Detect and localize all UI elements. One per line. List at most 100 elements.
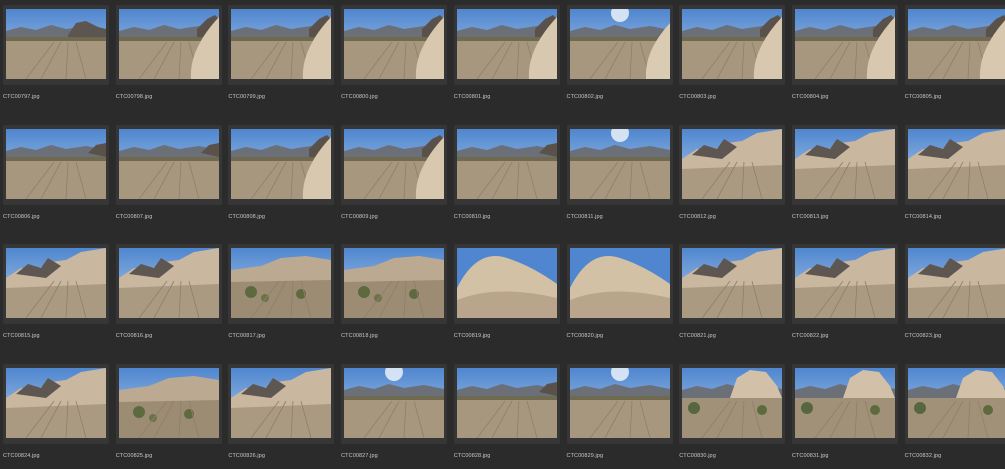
thumbnail-item[interactable]: CTC00811.jpg [566, 124, 679, 244]
thumbnail-frame[interactable] [791, 244, 898, 324]
photo-thumbnail[interactable] [6, 367, 106, 438]
photo-thumbnail[interactable] [794, 248, 895, 318]
thumbnail-frame[interactable] [115, 5, 222, 85]
thumbnail-frame[interactable] [679, 5, 786, 85]
thumbnail-item[interactable]: CTC00803.jpg [679, 5, 791, 124]
photo-thumbnail[interactable] [456, 128, 557, 199]
photo-thumbnail[interactable] [344, 367, 445, 438]
photo-thumbnail[interactable] [6, 248, 106, 318]
thumbnail-frame[interactable] [904, 124, 1005, 205]
photo-thumbnail[interactable] [456, 367, 557, 438]
photo-thumbnail[interactable] [794, 367, 895, 438]
photo-thumbnail[interactable] [231, 9, 332, 79]
thumbnail-item[interactable]: CTC00798.jpg [115, 5, 228, 124]
thumbnail-frame[interactable] [566, 244, 673, 324]
photo-thumbnail[interactable] [231, 128, 332, 199]
thumbnail-frame[interactable] [453, 363, 560, 444]
thumbnail-frame[interactable] [453, 5, 560, 85]
thumbnail-frame[interactable] [453, 124, 560, 205]
thumbnail-frame[interactable] [566, 5, 673, 85]
thumbnail-item[interactable]: CTC00831.jpg [791, 363, 904, 469]
thumbnail-item[interactable]: CTC00805.jpg [904, 5, 1005, 124]
thumbnail-item[interactable]: CTC00819.jpg [453, 244, 566, 363]
thumbnail-frame[interactable] [115, 124, 222, 205]
thumbnail-item[interactable]: CTC00829.jpg [566, 363, 679, 469]
thumbnail-item[interactable]: CTC00821.jpg [679, 244, 791, 363]
photo-thumbnail[interactable] [231, 367, 332, 438]
thumbnail-frame[interactable] [904, 363, 1005, 444]
photo-thumbnail[interactable] [118, 367, 219, 438]
thumbnail-item[interactable]: CTC00810.jpg [453, 124, 566, 244]
photo-thumbnail[interactable] [907, 128, 1005, 199]
thumbnail-frame[interactable] [341, 244, 448, 324]
thumbnail-frame[interactable] [3, 5, 109, 85]
photo-thumbnail[interactable] [344, 248, 445, 318]
photo-thumbnail[interactable] [569, 248, 670, 318]
thumbnail-frame[interactable] [228, 363, 335, 444]
photo-thumbnail[interactable] [456, 9, 557, 79]
thumbnail-frame[interactable] [3, 124, 109, 205]
thumbnail-frame[interactable] [3, 244, 109, 324]
thumbnail-frame[interactable] [341, 5, 448, 85]
thumbnail-item[interactable]: CTC00824.jpg [3, 363, 115, 469]
thumbnail-frame[interactable] [791, 124, 898, 205]
thumbnail-frame[interactable] [679, 124, 786, 205]
thumbnail-item[interactable]: CTC00825.jpg [115, 363, 228, 469]
thumbnail-item[interactable]: CTC00797.jpg [3, 5, 115, 124]
thumbnail-frame[interactable] [679, 244, 786, 324]
thumbnail-item[interactable]: CTC00817.jpg [228, 244, 340, 363]
photo-thumbnail[interactable] [118, 128, 219, 199]
photo-thumbnail[interactable] [569, 9, 670, 79]
thumbnail-item[interactable]: CTC00832.jpg [904, 363, 1005, 469]
thumbnail-item[interactable]: CTC00814.jpg [904, 124, 1005, 244]
thumbnail-frame[interactable] [791, 5, 898, 85]
thumbnail-frame[interactable] [341, 363, 448, 444]
thumbnail-item[interactable]: CTC00813.jpg [791, 124, 904, 244]
thumbnail-item[interactable]: CTC00802.jpg [566, 5, 679, 124]
thumbnail-item[interactable]: CTC00822.jpg [791, 244, 904, 363]
photo-thumbnail[interactable] [456, 248, 557, 318]
photo-thumbnail[interactable] [907, 9, 1005, 79]
thumbnail-frame[interactable] [228, 5, 335, 85]
thumbnail-item[interactable]: CTC00809.jpg [341, 124, 453, 244]
thumbnail-item[interactable]: CTC00799.jpg [228, 5, 340, 124]
thumbnail-item[interactable]: CTC00800.jpg [341, 5, 453, 124]
thumbnail-frame[interactable] [341, 124, 448, 205]
thumbnail-frame[interactable] [228, 244, 335, 324]
photo-thumbnail[interactable] [794, 128, 895, 199]
photo-thumbnail[interactable] [6, 9, 106, 79]
photo-thumbnail[interactable] [231, 248, 332, 318]
thumbnail-item[interactable]: CTC00812.jpg [679, 124, 791, 244]
thumbnail-item[interactable]: CTC00815.jpg [3, 244, 115, 363]
photo-thumbnail[interactable] [344, 128, 445, 199]
thumbnail-frame[interactable] [904, 5, 1005, 85]
photo-thumbnail[interactable] [907, 367, 1005, 438]
photo-thumbnail[interactable] [682, 248, 783, 318]
thumbnail-item[interactable]: CTC00828.jpg [453, 363, 566, 469]
thumbnail-frame[interactable] [566, 363, 673, 444]
thumbnail-item[interactable]: CTC00820.jpg [566, 244, 679, 363]
thumbnail-item[interactable]: CTC00801.jpg [453, 5, 566, 124]
thumbnail-item[interactable]: CTC00818.jpg [341, 244, 453, 363]
photo-thumbnail[interactable] [6, 128, 106, 199]
photo-thumbnail[interactable] [118, 248, 219, 318]
thumbnail-frame[interactable] [3, 363, 109, 444]
photo-thumbnail[interactable] [794, 9, 895, 79]
photo-thumbnail[interactable] [344, 9, 445, 79]
thumbnail-frame[interactable] [228, 124, 335, 205]
thumbnail-frame[interactable] [904, 244, 1005, 324]
thumbnail-item[interactable]: CTC00816.jpg [115, 244, 228, 363]
thumbnail-frame[interactable] [453, 244, 560, 324]
thumbnail-frame[interactable] [115, 244, 222, 324]
thumbnail-item[interactable]: CTC00804.jpg [791, 5, 904, 124]
thumbnail-frame[interactable] [791, 363, 898, 444]
thumbnail-item[interactable]: CTC00827.jpg [341, 363, 453, 469]
photo-thumbnail[interactable] [682, 128, 783, 199]
thumbnail-frame[interactable] [115, 363, 222, 444]
thumbnail-frame[interactable] [566, 124, 673, 205]
thumbnail-item[interactable]: CTC00807.jpg [115, 124, 228, 244]
photo-thumbnail[interactable] [569, 367, 670, 438]
photo-thumbnail[interactable] [118, 9, 219, 79]
thumbnail-item[interactable]: CTC00806.jpg [3, 124, 115, 244]
photo-thumbnail[interactable] [907, 248, 1005, 318]
